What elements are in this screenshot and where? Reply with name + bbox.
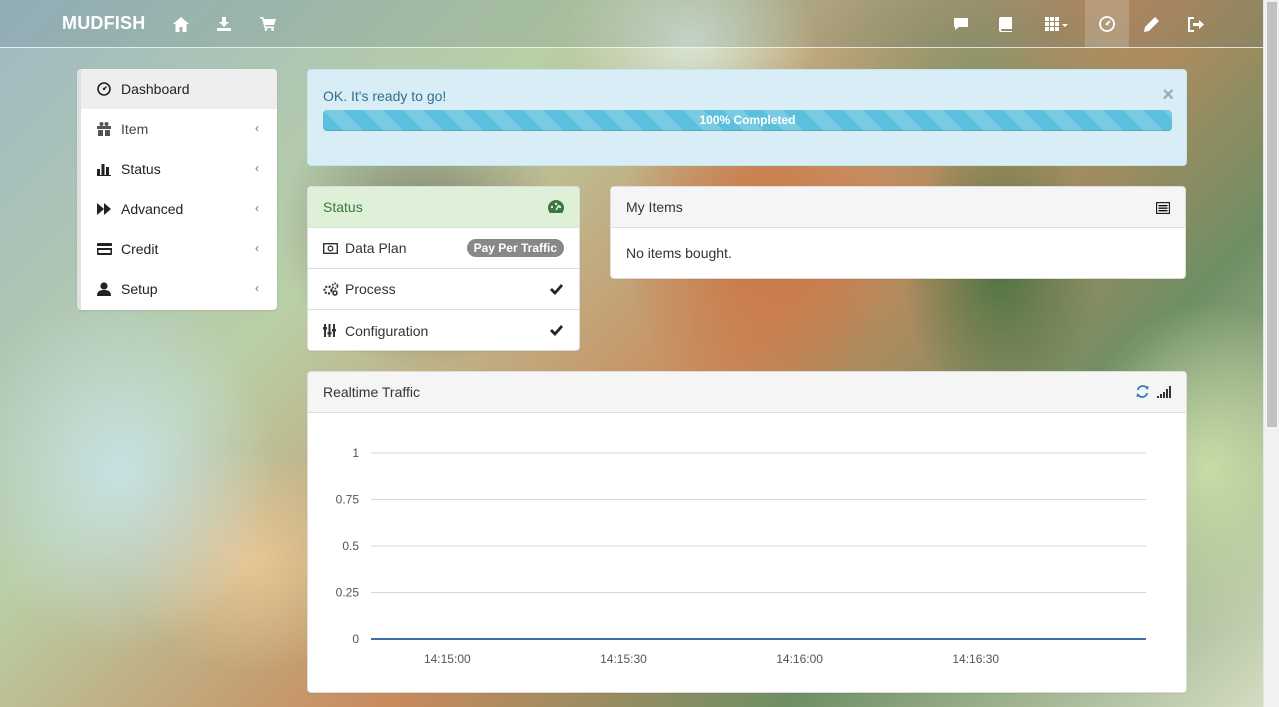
scrollbar-thumb[interactable]	[1267, 2, 1277, 427]
chevron-left-icon: ‹	[255, 121, 259, 135]
sidebar-item-label: Setup	[121, 281, 158, 297]
y-tick-label: 0.25	[336, 586, 360, 600]
book-icon[interactable]	[983, 0, 1027, 48]
row-label: Configuration	[345, 322, 429, 339]
status-panel-header: Status	[308, 187, 579, 228]
x-tick-label: 14:16:00	[776, 652, 823, 666]
cart-icon[interactable]	[246, 0, 290, 48]
cogs-icon	[323, 282, 345, 296]
refresh-icon[interactable]	[1136, 385, 1149, 401]
check-icon	[550, 323, 563, 339]
logout-icon[interactable]	[1173, 0, 1217, 48]
my-items-header: My Items	[611, 187, 1185, 228]
comment-icon[interactable]	[939, 0, 983, 48]
x-tick-label: 14:15:30	[600, 652, 647, 666]
close-icon[interactable]: ×	[1162, 85, 1174, 105]
chevron-left-icon: ‹	[255, 241, 259, 255]
brand-logo[interactable]: MUDFISH	[62, 13, 145, 34]
top-navbar: MUDFISH	[0, 0, 1263, 48]
status-panel: Status Data Plan Pay Per Traffic Process…	[307, 186, 580, 351]
dashboard-icon	[97, 82, 121, 96]
progress-label: 100% Completed	[699, 113, 796, 127]
tachometer-icon	[548, 200, 564, 216]
pencil-icon[interactable]	[1129, 0, 1173, 48]
my-items-empty-text: No items bought.	[626, 245, 732, 261]
progress-bar: 100% Completed	[323, 110, 1172, 131]
download-icon[interactable]	[202, 0, 246, 48]
y-tick-label: 0.5	[342, 539, 359, 553]
y-tick-label: 1	[352, 446, 359, 460]
chevron-left-icon: ‹	[255, 281, 259, 295]
traffic-header: Realtime Traffic	[308, 372, 1186, 413]
sidebar-menu: Dashboard Item ‹ Status ‹ Advanced ‹ Cre…	[77, 69, 277, 310]
sidebar-item-setup[interactable]: Setup ‹	[81, 269, 277, 309]
my-items-panel: My Items No items bought.	[610, 186, 1186, 279]
data-plan-badge: Pay Per Traffic	[466, 239, 564, 257]
panel-title: Realtime Traffic	[323, 384, 420, 400]
user-icon	[97, 282, 121, 296]
panel-title: Status	[323, 199, 363, 215]
realtime-traffic-panel: Realtime Traffic 1 0.75 0.5 0.25 0 14:15:00 14…	[307, 371, 1187, 693]
sidebar-item-item[interactable]: Item ‹	[81, 109, 277, 149]
sidebar-item-advanced[interactable]: Advanced ‹	[81, 189, 277, 229]
grid-icon	[1045, 17, 1068, 31]
grid-menu-dropdown[interactable]	[1032, 0, 1084, 48]
x-tick-label: 14:16:30	[952, 652, 999, 666]
alert-message: OK. It's ready to go!	[323, 88, 447, 104]
row-label: Process	[345, 281, 396, 297]
panel-title: My Items	[626, 199, 683, 215]
status-row-configuration: Configuration	[308, 310, 579, 350]
sliders-icon	[323, 324, 345, 337]
sidebar-item-label: Item	[121, 121, 149, 137]
y-tick-label: 0.75	[336, 493, 360, 507]
traffic-chart: 1 0.75 0.5 0.25 0 14:15:00 14:15:30 14:16:00 14:…	[308, 413, 1186, 692]
row-label: Data Plan	[345, 240, 407, 256]
home-icon[interactable]	[159, 0, 203, 48]
gift-icon	[97, 122, 121, 136]
list-alt-icon	[1156, 201, 1171, 217]
sidebar-item-label: Dashboard	[121, 81, 190, 97]
status-row-process: Process	[308, 269, 579, 310]
sidebar-item-dashboard[interactable]: Dashboard	[81, 69, 277, 109]
sidebar-item-status[interactable]: Status ‹	[81, 149, 277, 189]
status-row-data-plan: Data Plan Pay Per Traffic	[308, 228, 579, 269]
forward-icon	[97, 203, 121, 215]
x-tick-label: 14:15:00	[424, 652, 471, 666]
stats-icon	[97, 163, 121, 176]
chevron-left-icon: ‹	[255, 161, 259, 175]
sidebar-item-label: Credit	[121, 241, 159, 257]
money-icon	[323, 242, 345, 254]
signal-icon[interactable]	[1157, 385, 1171, 401]
credit-card-icon	[97, 243, 121, 255]
sidebar-item-label: Status	[121, 161, 161, 177]
check-icon	[550, 282, 563, 298]
traffic-chart-svg: 1 0.75 0.5 0.25 0 14:15:00 14:15:30 14:16:00 14:…	[336, 446, 1146, 666]
ready-alert: OK. It's ready to go! × 100% Completed	[307, 69, 1187, 166]
sidebar-item-label: Advanced	[121, 201, 184, 217]
dashboard-icon[interactable]	[1085, 0, 1129, 48]
page-scrollbar[interactable]	[1263, 0, 1279, 707]
sidebar-item-credit[interactable]: Credit ‹	[81, 229, 277, 269]
chevron-left-icon: ‹	[255, 201, 259, 215]
y-tick-label: 0	[352, 632, 359, 646]
